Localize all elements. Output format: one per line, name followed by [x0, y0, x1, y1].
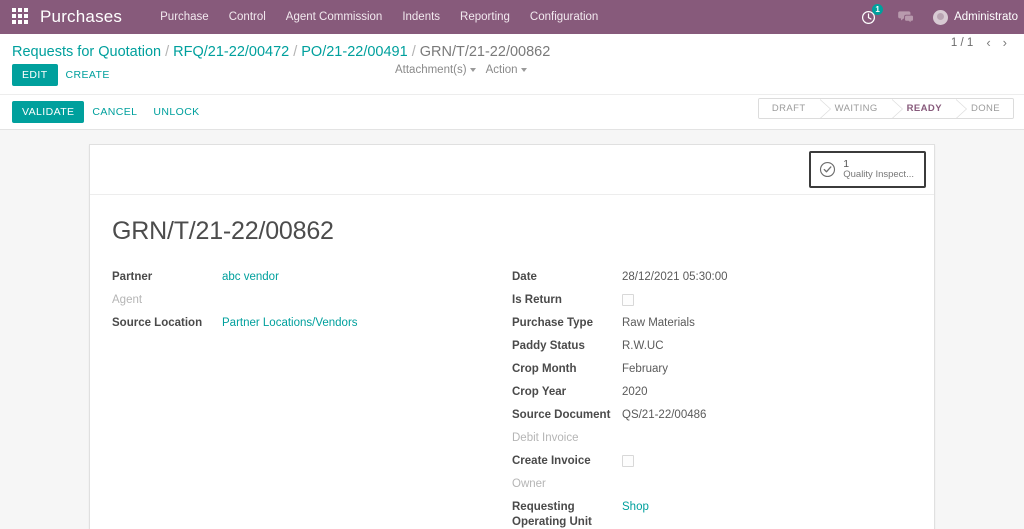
- control-panel-dropdowns: Attachment(s) Action: [395, 64, 527, 76]
- field-value-crop-year[interactable]: 2020: [622, 385, 648, 400]
- field-value-paddy-status[interactable]: R.W.UC: [622, 339, 664, 354]
- field-source-location: Source Location Partner Locations/Vendor…: [112, 316, 496, 332]
- field-checkbox-create-invoice[interactable]: [622, 454, 634, 467]
- field-label-agent: Agent: [112, 293, 143, 306]
- user-avatar: [933, 9, 949, 25]
- apps-grid-icon[interactable]: [12, 8, 30, 26]
- activity-badge-count: 1: [872, 4, 884, 15]
- field-crop-month: Crop Month February: [512, 362, 896, 378]
- check-circle-icon: [819, 161, 836, 178]
- form-sheet: 1 Quality Inspect... GRN/T/21-22/00862 P…: [89, 144, 935, 529]
- field-value-date[interactable]: 28/12/2021 05:30:00: [622, 270, 728, 285]
- field-purchase-type: Purchase Type Raw Materials: [512, 316, 896, 332]
- quality-inspection-label: Quality Inspect...: [843, 169, 914, 181]
- field-requesting-operating-unit: Requesting Operating Unit Shop: [512, 500, 896, 529]
- field-partner: Partner abc vendor: [112, 270, 496, 286]
- field-label-purchase-type: Purchase Type: [512, 316, 593, 329]
- field-value-partner[interactable]: abc vendor: [222, 270, 279, 285]
- field-debit-invoice: Debit Invoice: [512, 431, 896, 447]
- field-label-source-document: Source Document: [512, 408, 611, 421]
- breadcrumb-item-rfq[interactable]: RFQ/21-22/00472: [173, 44, 289, 60]
- top-navbar: Purchases Purchase Control Agent Commiss…: [0, 0, 1024, 34]
- status-bar: DRAFT WAITING READY DONE: [757, 98, 1014, 119]
- form-fields-grid: Partner abc vendor Agent Source Location…: [112, 270, 912, 529]
- field-agent: Agent: [112, 293, 496, 309]
- breadcrumb: Requests for Quotation / RFQ/21-22/00472/P…: [12, 44, 550, 60]
- field-label-owner: Owner: [512, 477, 546, 490]
- pager-previous-button[interactable]: ‹: [981, 36, 995, 50]
- attachments-label: Attachment(s): [395, 64, 467, 76]
- cancel-button[interactable]: CANCEL: [84, 101, 145, 123]
- menu-item-purchase[interactable]: Purchase: [150, 3, 219, 31]
- field-checkbox-is-return[interactable]: [622, 293, 634, 306]
- field-value-purchase-type[interactable]: Raw Materials: [622, 316, 695, 331]
- user-menu-button[interactable]: Administrato: [925, 0, 1024, 34]
- chat-bubble-icon: [898, 11, 914, 24]
- field-owner: Owner: [512, 477, 896, 493]
- menu-item-indents[interactable]: Indents: [392, 3, 450, 31]
- field-label-crop-month: Crop Month: [512, 362, 577, 375]
- field-label-create-invoice: Create Invoice: [512, 454, 591, 467]
- breadcrumb-item-current: GRN/T/21-22/00862: [419, 44, 551, 60]
- menu-item-agent-commission[interactable]: Agent Commission: [276, 3, 393, 31]
- smart-button-text: 1 Quality Inspect...: [843, 158, 914, 181]
- field-is-return: Is Return: [512, 293, 896, 309]
- field-date: Date 28/12/2021 05:30:00: [512, 270, 896, 286]
- breadcrumb-item-po[interactable]: PO/21-22/00491: [301, 44, 407, 60]
- breadcrumb-item-requests-for-quotation[interactable]: Requests for Quotation: [12, 44, 161, 60]
- field-source-document: Source Document QS/21-22/00486: [512, 408, 896, 424]
- field-create-invoice: Create Invoice: [512, 454, 896, 470]
- breadcrumb-separator: /: [411, 44, 416, 60]
- menu-item-configuration[interactable]: Configuration: [520, 3, 608, 31]
- control-panel-action-row: VALIDATE CANCEL UNLOCK DRAFT WAITING REA…: [0, 94, 1024, 129]
- chevron-down-icon: [469, 67, 476, 72]
- menu-item-reporting[interactable]: Reporting: [450, 3, 520, 31]
- activity-menu-button[interactable]: 1: [850, 0, 887, 34]
- field-label-debit-invoice: Debit Invoice: [512, 431, 579, 444]
- smart-button-box: 1 Quality Inspect...: [90, 145, 934, 195]
- pager-value: 1 / 1: [950, 37, 974, 49]
- validate-button[interactable]: VALIDATE: [12, 101, 85, 123]
- status-step-draft[interactable]: DRAFT: [758, 99, 831, 118]
- create-button[interactable]: CREATE: [58, 64, 118, 86]
- field-label-source-location: Source Location: [112, 316, 203, 329]
- pager-next-button[interactable]: ›: [998, 36, 1012, 50]
- form-column-right: Date 28/12/2021 05:30:00 Is Return Purch…: [512, 270, 912, 529]
- field-label-date: Date: [512, 270, 537, 283]
- field-label-partner: Partner: [112, 270, 153, 283]
- form-column-left: Partner abc vendor Agent Source Location…: [112, 270, 512, 529]
- messaging-menu-button[interactable]: [887, 0, 925, 34]
- page-title: GRN/T/21-22/00862: [112, 216, 334, 245]
- form-view: 1 Quality Inspect... GRN/T/21-22/00862 P…: [0, 130, 1024, 529]
- unlock-button[interactable]: UNLOCK: [145, 101, 207, 123]
- control-panel-top-row: Requests for Quotation / RFQ/21-22/00472/P…: [0, 34, 1024, 61]
- control-panel: Requests for Quotation / RFQ/21-22/00472/P…: [0, 34, 1024, 130]
- field-value-source-document[interactable]: QS/21-22/00486: [622, 408, 706, 423]
- menu-item-control[interactable]: Control: [219, 3, 276, 31]
- field-value-source-location[interactable]: Partner Locations/Vendors: [222, 316, 358, 331]
- breadcrumb-separator: /: [165, 44, 170, 60]
- field-label-paddy-status: Paddy Status: [512, 339, 585, 352]
- user-name-label: Administrato: [954, 11, 1018, 23]
- record-pager: 1 / 1 ‹ ›: [951, 36, 1012, 50]
- form-sheet-body: GRN/T/21-22/00862 Partner abc vendor Age…: [90, 195, 934, 529]
- field-value-requesting-operating-unit[interactable]: Shop: [622, 500, 649, 515]
- field-crop-year: Crop Year 2020: [512, 385, 896, 401]
- action-dropdown[interactable]: Action: [486, 64, 527, 76]
- field-value-crop-month[interactable]: February: [622, 362, 668, 377]
- action-label: Action: [485, 64, 518, 76]
- breadcrumb-separator: /: [293, 44, 298, 60]
- field-label-requesting-operating-unit: Requesting Operating Unit: [512, 500, 592, 528]
- chevron-down-icon: [520, 67, 527, 72]
- attachments-dropdown[interactable]: Attachment(s): [395, 64, 476, 76]
- field-label-is-return: Is Return: [512, 293, 562, 306]
- edit-button[interactable]: EDIT: [12, 64, 58, 86]
- quality-inspection-smart-button[interactable]: 1 Quality Inspect...: [809, 151, 926, 188]
- main-menu: Purchase Control Agent Commission Indent…: [150, 3, 608, 31]
- field-paddy-status: Paddy Status R.W.UC: [512, 339, 896, 355]
- field-label-crop-year: Crop Year: [512, 385, 567, 398]
- app-brand-title[interactable]: Purchases: [40, 7, 122, 27]
- control-panel-edit-row: EDIT CREATE Attachment(s) Action: [0, 60, 1024, 94]
- navbar-right-tools: 1 Administrato: [850, 0, 1024, 34]
